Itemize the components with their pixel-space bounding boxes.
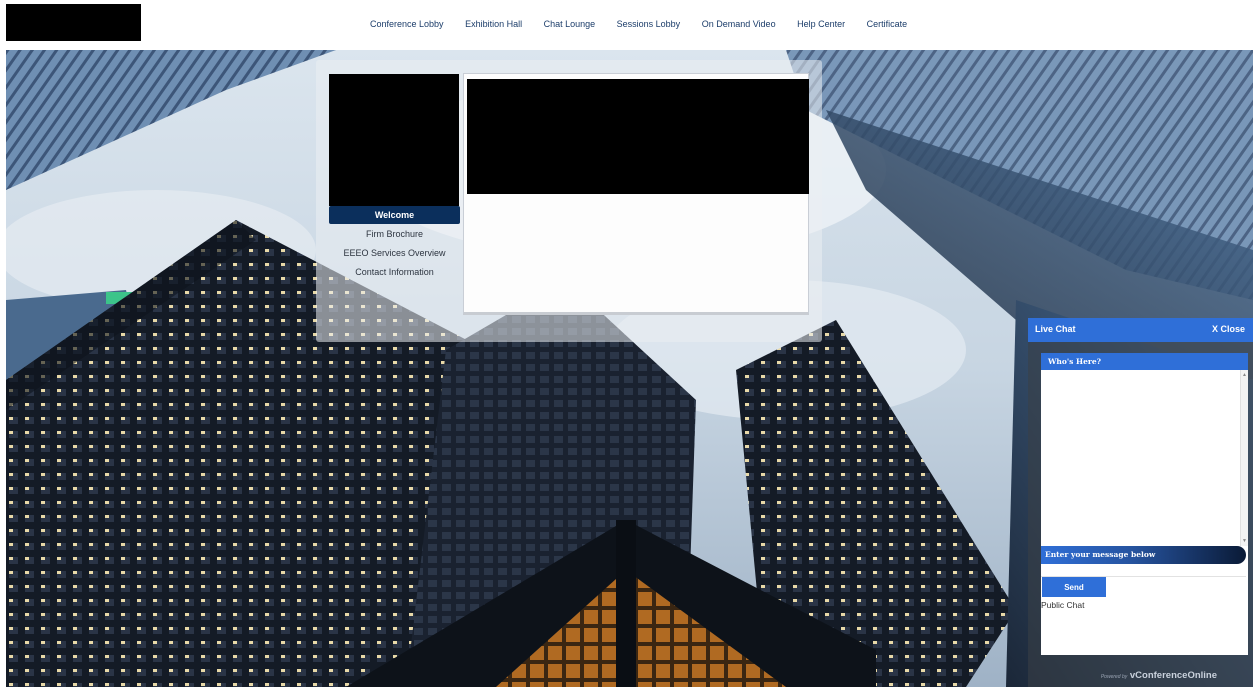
menu-item-firm-brochure[interactable]: Firm Brochure (329, 225, 460, 244)
content-display-box (463, 73, 809, 315)
booth-menu: Welcome Firm Brochure EEEO Services Over… (329, 206, 460, 282)
live-chat-panel: Live Chat X Close Who's Here? ▲ ▼ Enter … (1028, 318, 1253, 687)
logo-redacted[interactable] (6, 4, 141, 41)
exhibitor-image-redacted (329, 74, 459, 206)
scroll-up-arrow-icon[interactable]: ▲ (1242, 372, 1247, 378)
top-header: Conference Lobby Exhibition Hall Chat Lo… (0, 0, 1253, 50)
powered-by-brand: Powered by vConferenceOnline (1101, 670, 1217, 681)
nav-on-demand-video[interactable]: On Demand Video (702, 19, 776, 29)
scroll-down-arrow-icon[interactable]: ▼ (1242, 538, 1247, 544)
nav-conference-lobby[interactable]: Conference Lobby (370, 19, 444, 29)
content-media-redacted (467, 79, 809, 194)
participant-list-scrollbar[interactable]: ▲ ▼ (1240, 370, 1248, 546)
menu-item-services-overview[interactable]: EEEO Services Overview (329, 244, 460, 263)
chat-close-button[interactable]: X Close (1212, 324, 1245, 334)
nav-exhibition-hall[interactable]: Exhibition Hall (465, 19, 522, 29)
nav-certificate[interactable]: Certificate (867, 19, 908, 29)
main-nav: Conference Lobby Exhibition Hall Chat Lo… (370, 19, 929, 29)
menu-item-contact-information[interactable]: Contact Information (329, 263, 460, 282)
nav-chat-lounge[interactable]: Chat Lounge (544, 19, 596, 29)
send-button[interactable]: Send (1042, 577, 1106, 597)
powered-by-prefix: Powered by (1100, 674, 1128, 680)
message-prompt-bar: Enter your message below (1041, 546, 1246, 564)
whos-here-bar: Who's Here? (1041, 353, 1248, 370)
message-prompt-label: Enter your message below (1045, 550, 1156, 559)
powered-by-brand-name: vConferenceOnline (1129, 670, 1217, 681)
chat-body: Who's Here? ▲ ▼ Enter your message below… (1041, 353, 1248, 655)
nav-help-center[interactable]: Help Center (797, 19, 845, 29)
chat-header: Live Chat X Close (1028, 318, 1253, 342)
menu-item-welcome[interactable]: Welcome (329, 206, 460, 224)
whos-here-label: Who's Here? (1048, 357, 1101, 366)
participant-list[interactable]: ▲ ▼ (1041, 370, 1248, 546)
nav-sessions-lobby[interactable]: Sessions Lobby (617, 19, 681, 29)
chat-title: Live Chat (1035, 324, 1076, 334)
public-chat-label[interactable]: Public Chat (1041, 600, 1084, 610)
chat-message-input[interactable] (1041, 566, 1246, 577)
